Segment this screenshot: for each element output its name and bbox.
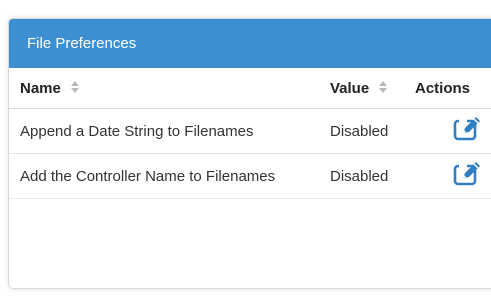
table-header-row: Name Value Actions (9, 68, 491, 109)
preference-name: Add the Controller Name to Filenames (20, 167, 276, 185)
column-header-value[interactable]: Value (330, 68, 388, 108)
sort-icon[interactable] (379, 80, 388, 96)
edit-icon (453, 116, 483, 146)
edit-button[interactable] (451, 161, 485, 191)
panel-header: File Preferences (9, 19, 491, 68)
column-header-name[interactable]: Name (20, 68, 79, 108)
column-header-name-label: Name (20, 79, 61, 97)
edit-button[interactable] (451, 116, 485, 146)
file-preferences-panel: File Preferences Name Value Actions Appe… (8, 18, 491, 289)
edit-icon (453, 161, 483, 191)
preferences-table: Name Value Actions Append a Date String … (9, 68, 491, 287)
preference-value: Disabled (330, 167, 389, 185)
table-row: Add the Controller Name to Filenames Dis… (9, 154, 491, 199)
panel-title: File Preferences (27, 35, 137, 52)
table-empty-area (9, 199, 491, 287)
column-header-actions-label: Actions (415, 79, 471, 97)
sort-icon[interactable] (70, 80, 79, 96)
preference-name: Append a Date String to Filenames (20, 122, 254, 140)
column-header-value-label: Value (330, 79, 370, 97)
preference-value: Disabled (330, 122, 389, 140)
column-header-actions: Actions (415, 68, 470, 108)
table-row: Append a Date String to Filenames Disabl… (9, 109, 491, 154)
